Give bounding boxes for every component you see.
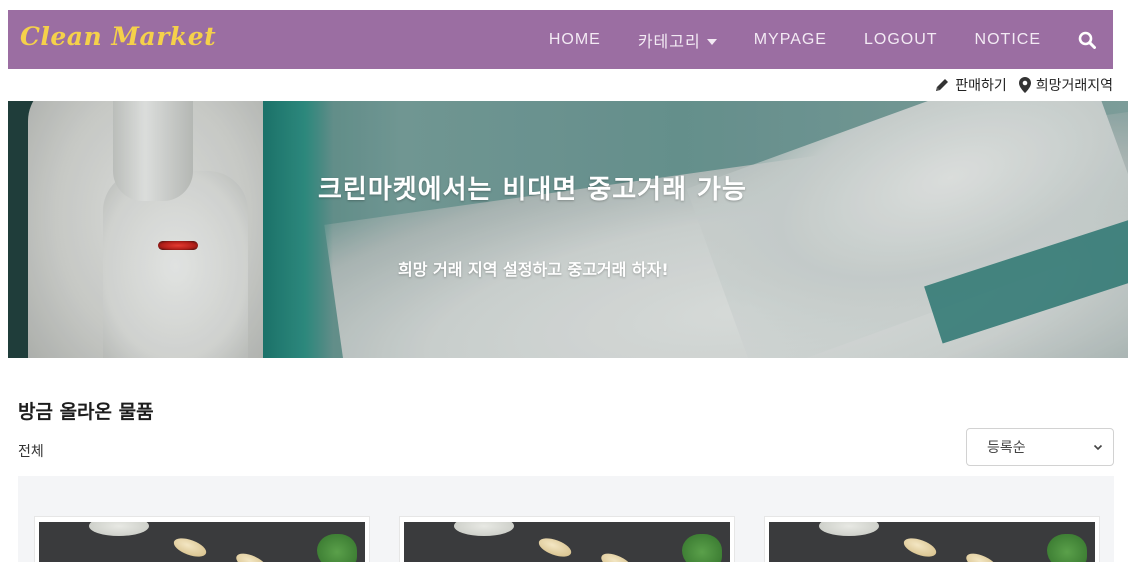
sell-link[interactable]: 판매하기 bbox=[934, 75, 1007, 95]
sort-select[interactable]: 등록순 bbox=[966, 428, 1114, 466]
hero-subtitle: 희망 거래 지역 설정하고 중고거래 하자! bbox=[398, 260, 669, 279]
nav-links: HOME 카테고리 MYPAGE LOGOUT NOTICE bbox=[549, 10, 1113, 69]
product-image bbox=[769, 522, 1095, 562]
nav-notice[interactable]: NOTICE bbox=[975, 31, 1041, 49]
product-card[interactable] bbox=[34, 516, 370, 562]
nav-mypage[interactable]: MYPAGE bbox=[754, 31, 827, 49]
nav-category-dropdown[interactable]: 카테고리 bbox=[638, 28, 717, 52]
filter-label[interactable]: 전체 bbox=[18, 441, 44, 461]
caret-down-icon bbox=[706, 39, 717, 46]
hero-title: 크린마켓에서는 비대면 중고거래 가능 bbox=[318, 175, 747, 205]
product-card[interactable] bbox=[399, 516, 735, 562]
pencil-icon bbox=[936, 79, 949, 91]
nav-category-label: 카테고리 bbox=[637, 33, 701, 51]
section-title: 방금 올라온 물품 bbox=[18, 401, 154, 423]
hero-banner: 크린마켓에서는 비대면 중고거래 가능 희망 거래 지역 설정하고 중고거래 하… bbox=[8, 101, 1128, 358]
product-card[interactable] bbox=[764, 516, 1100, 562]
product-image bbox=[404, 522, 730, 562]
chevron-down-icon bbox=[1093, 444, 1103, 451]
nav-home[interactable]: HOME bbox=[549, 31, 601, 49]
region-label: 희망거래지역 bbox=[1035, 78, 1113, 94]
region-link[interactable]: 희망거래지역 bbox=[1018, 75, 1113, 95]
map-marker-icon bbox=[1018, 77, 1031, 93]
brand-logo[interactable]: Clean Market bbox=[20, 22, 216, 51]
product-image bbox=[39, 522, 365, 562]
nav-logout[interactable]: LOGOUT bbox=[864, 31, 938, 49]
sell-label: 판매하기 bbox=[955, 78, 1007, 94]
search-icon[interactable] bbox=[1078, 31, 1096, 49]
sort-selected-value: 등록순 bbox=[987, 440, 1026, 456]
sub-bar: 판매하기 희망거래지역 bbox=[922, 74, 1113, 96]
hero-overlay bbox=[8, 101, 1128, 358]
product-grid bbox=[18, 476, 1114, 562]
navbar: Clean Market HOME 카테고리 MYPAGE LOGOUT NOT… bbox=[8, 10, 1113, 69]
